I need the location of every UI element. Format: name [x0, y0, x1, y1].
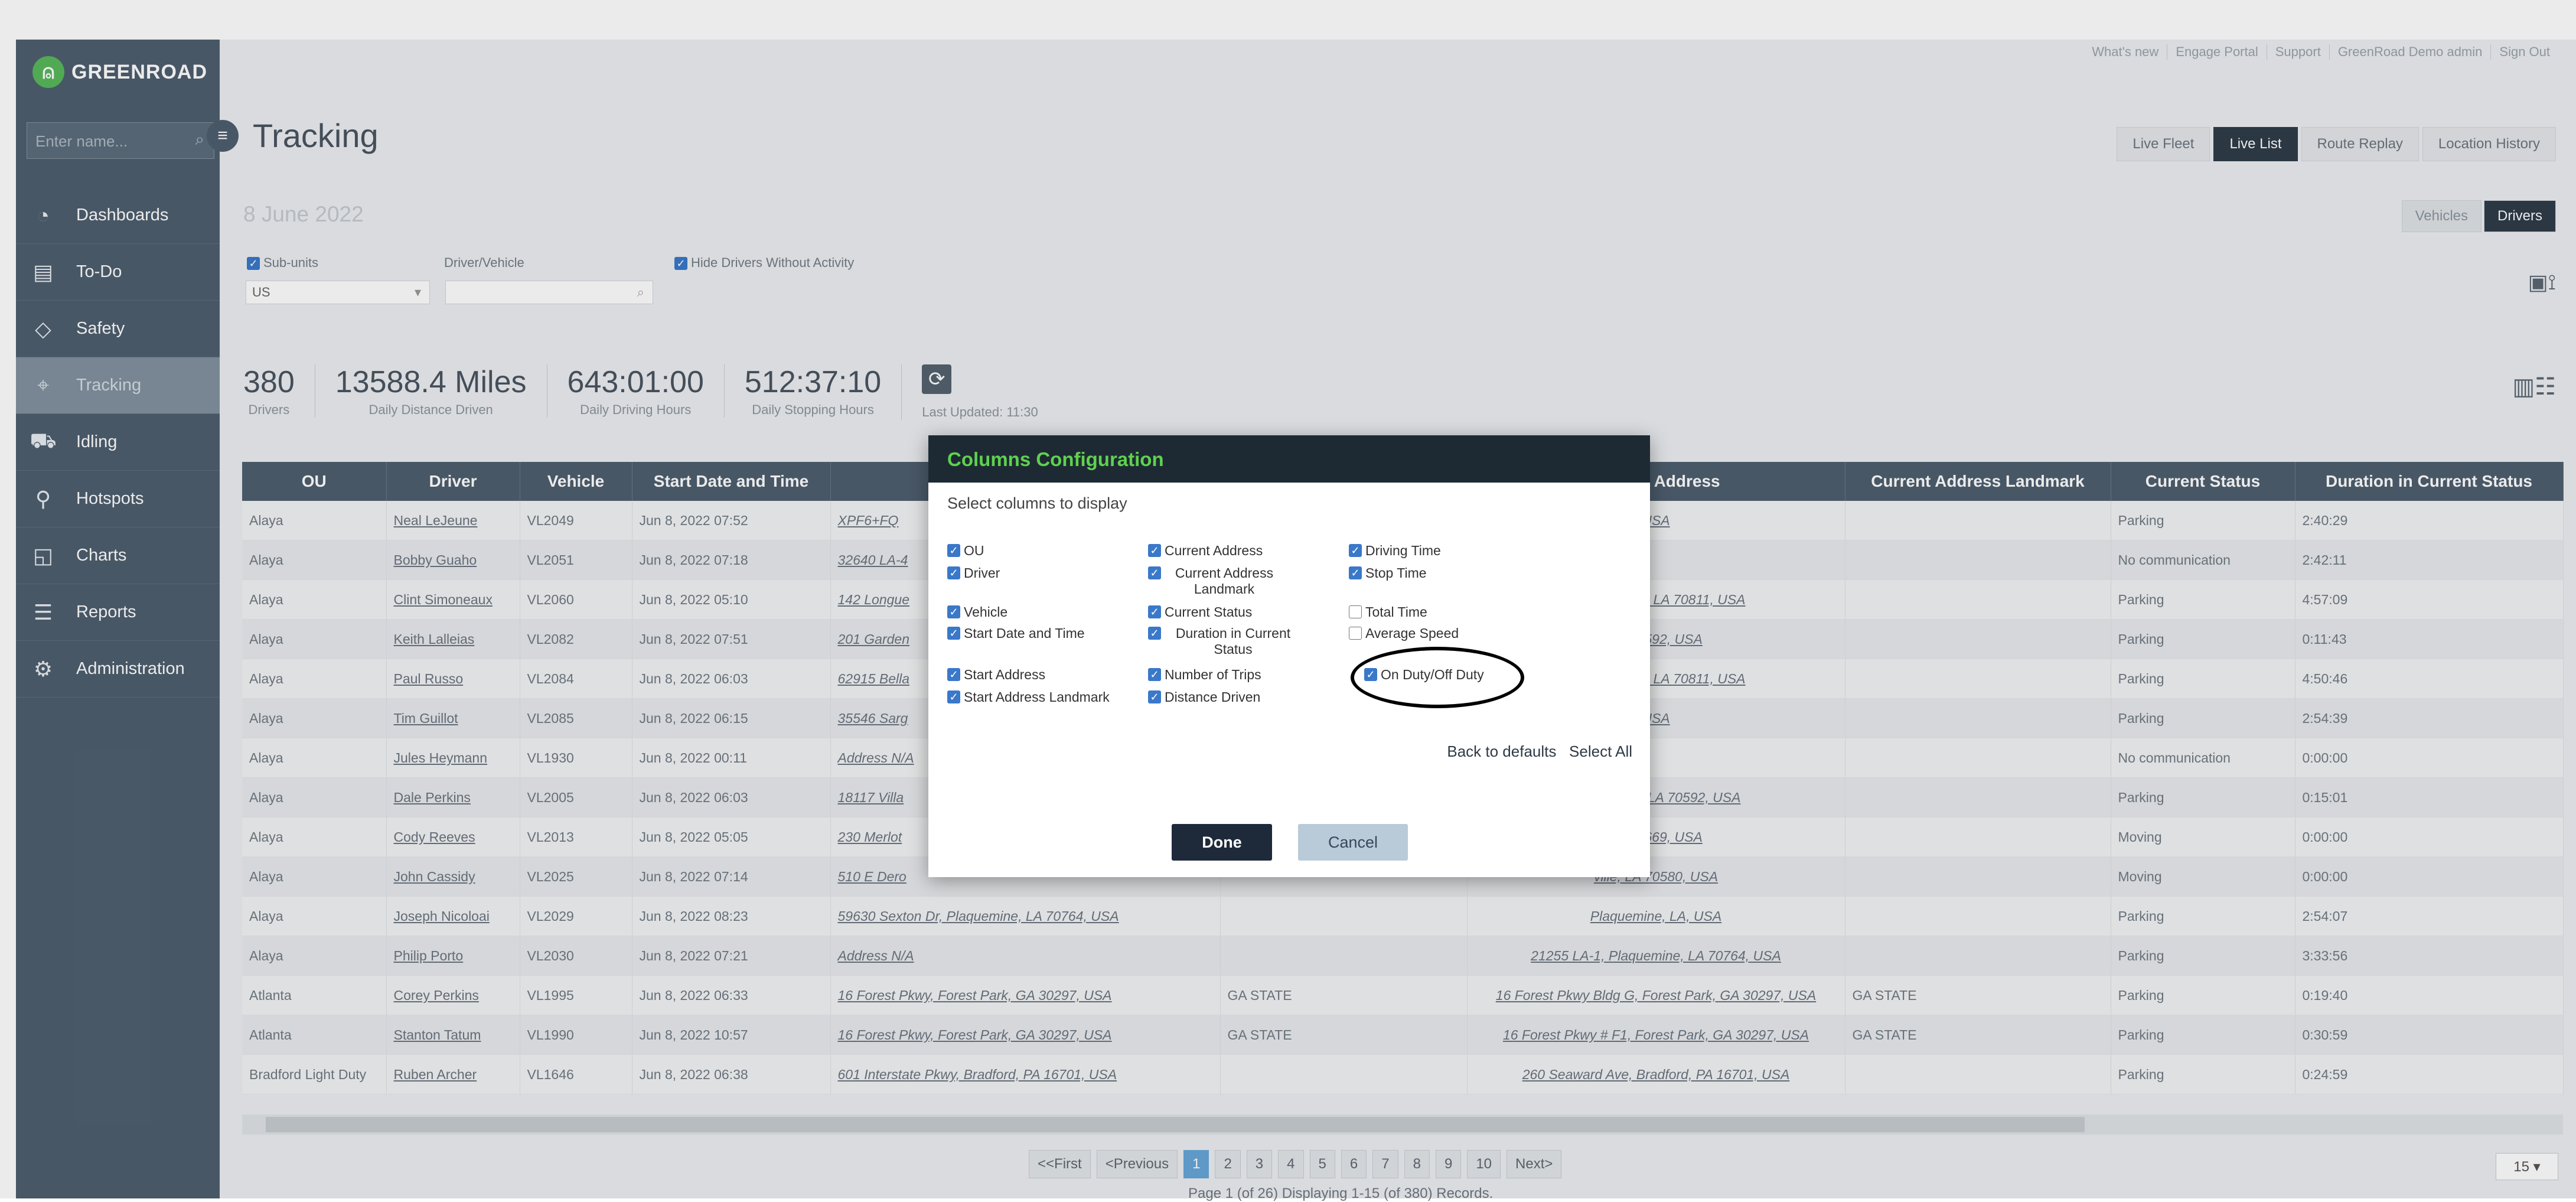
option-start-landmark[interactable]: ✓ Start Address Landmark — [947, 689, 1110, 705]
dialog-header: Columns Configuration — [928, 435, 1650, 483]
option-label: Current Address — [1165, 543, 1263, 558]
option-vehicle[interactable]: ✓ Vehicle — [947, 604, 1007, 620]
option-label: Start Address Landmark — [964, 689, 1110, 705]
option-label: Start Date and Time — [964, 626, 1085, 641]
option-ou[interactable]: ✓ OU — [947, 543, 984, 559]
option-label: Driving Time — [1365, 543, 1441, 558]
option-current-status[interactable]: ✓ Current Status — [1148, 604, 1252, 620]
checkbox[interactable]: ✓ — [947, 668, 960, 681]
dialog-subtitle: Select columns to display — [947, 494, 1127, 512]
checkbox[interactable]: ✓ — [947, 544, 960, 557]
option-driving-time[interactable]: ✓ Driving Time — [1349, 543, 1441, 559]
checkbox[interactable]: ✓ — [1148, 566, 1161, 579]
option-number-of-trips[interactable]: ✓ Number of Trips — [1148, 667, 1261, 683]
option-label: Start Address — [964, 667, 1046, 682]
checkbox[interactable]: ✓ — [1349, 605, 1362, 618]
option-label: Average Speed — [1365, 626, 1459, 641]
checkbox[interactable]: ✓ — [1349, 627, 1362, 640]
option-start-address[interactable]: ✓ Start Address — [947, 667, 1045, 683]
columns-configuration-dialog: Columns Configuration Select columns to … — [928, 435, 1650, 877]
option-total-time[interactable]: ✓Total Time — [1349, 604, 1427, 620]
option-label: Current Status — [1165, 604, 1253, 620]
done-button[interactable]: Done — [1172, 824, 1272, 861]
option-start-date[interactable]: ✓ Start Date and Time — [947, 626, 1085, 641]
checkbox[interactable]: ✓ — [1148, 605, 1161, 618]
option-label: Vehicle — [964, 604, 1008, 620]
checkbox[interactable]: ✓ — [1148, 668, 1161, 681]
option-label: Stop Time — [1365, 565, 1427, 581]
dialog-title: Columns Configuration — [947, 448, 1164, 470]
option-driver[interactable]: ✓ Driver — [947, 565, 1000, 581]
option-label: Total Time — [1365, 604, 1427, 620]
option-label: Duration in Current Status — [1175, 626, 1291, 657]
checkbox[interactable]: ✓ — [947, 690, 960, 703]
checkbox[interactable]: ✓ — [947, 605, 960, 618]
checkbox[interactable]: ✓ — [1148, 544, 1161, 557]
checkbox[interactable]: ✓ — [1349, 544, 1362, 557]
option-average-speed[interactable]: ✓Average Speed — [1349, 626, 1459, 641]
highlight-circle — [1351, 647, 1524, 708]
option-label: OU — [964, 543, 984, 558]
option-current-landmark[interactable]: ✓ Current Address Landmark — [1148, 565, 1284, 597]
option-duration[interactable]: ✓ Duration in Current Status — [1148, 626, 1302, 657]
option-label: Current Address Landmark — [1175, 565, 1274, 597]
select-all-link[interactable]: Select All — [1569, 742, 1632, 760]
checkbox[interactable]: ✓ — [947, 566, 960, 579]
checkbox[interactable]: ✓ — [1148, 627, 1161, 640]
option-current-address[interactable]: ✓ Current Address — [1148, 543, 1263, 559]
cancel-button[interactable]: Cancel — [1298, 824, 1408, 861]
dialog-links: Back to defaults Select All — [1447, 742, 1632, 761]
option-label: Driver — [964, 565, 1000, 581]
back-to-defaults-link[interactable]: Back to defaults — [1447, 742, 1556, 760]
option-distance-driven[interactable]: ✓ Distance Driven — [1148, 689, 1260, 705]
checkbox[interactable]: ✓ — [1349, 566, 1362, 579]
option-label: Distance Driven — [1165, 689, 1261, 705]
checkbox[interactable]: ✓ — [1148, 690, 1161, 703]
option-stop-time[interactable]: ✓ Stop Time — [1349, 565, 1427, 581]
checkbox[interactable]: ✓ — [947, 627, 960, 640]
option-label: Number of Trips — [1165, 667, 1261, 682]
